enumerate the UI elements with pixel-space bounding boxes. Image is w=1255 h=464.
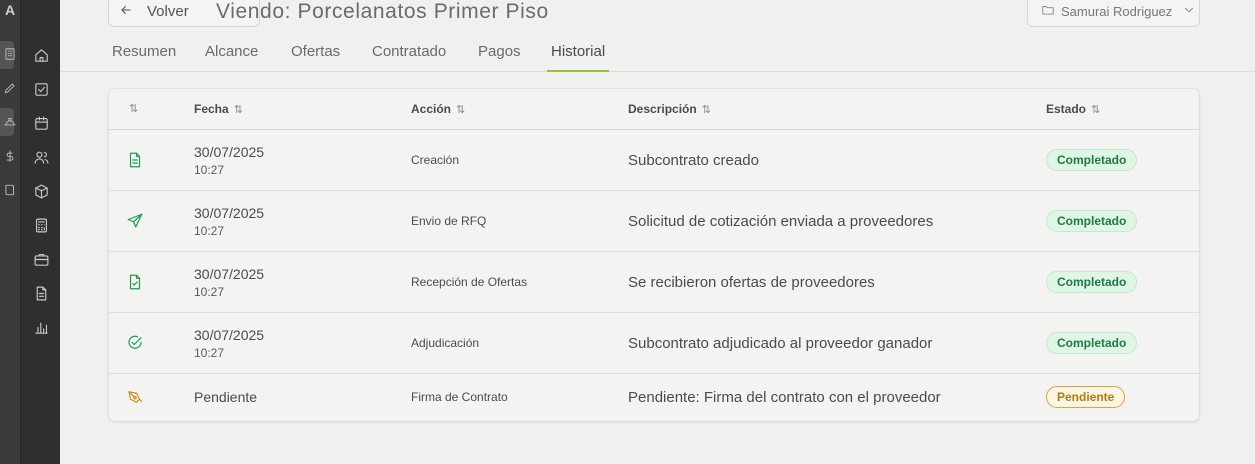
file-icon[interactable] [29, 281, 53, 305]
table-row[interactable]: 30/07/2025 10:27 Recepción de Ofertas Se… [109, 252, 1199, 313]
tab-contratado[interactable]: Contratado [372, 43, 446, 72]
bar-chart-icon[interactable] [29, 315, 53, 339]
back-label: Volver [147, 3, 189, 20]
tab-pagos[interactable]: Pagos [478, 43, 521, 72]
folder-icon [1041, 3, 1055, 20]
briefcase-icon[interactable] [29, 247, 53, 271]
check-circle-icon [125, 333, 145, 353]
row-time: 10:27 [194, 346, 225, 360]
row-date: 30/07/2025 [194, 327, 265, 343]
column-accion[interactable]: Acción ⇅ [411, 102, 465, 116]
building-rail-icon[interactable] [0, 47, 20, 64]
file-check-icon [125, 272, 145, 292]
owner-name: Samurai Rodriguez [1061, 4, 1173, 19]
dollar-rail-icon[interactable] [0, 149, 20, 166]
calendar-icon[interactable] [29, 111, 53, 135]
tab-bar: Resumen Alcance Ofertas Contratado Pagos… [60, 38, 1255, 72]
calculator-icon[interactable] [29, 213, 53, 237]
row-accion: Firma de Contrato [411, 390, 508, 404]
status-badge: Pendiente [1046, 386, 1126, 408]
row-descripcion: Solicitud de cotización enviada a provee… [628, 213, 934, 230]
row-descripcion: Subcontrato adjudicado al proveedor gana… [628, 335, 933, 352]
users-icon[interactable] [29, 145, 53, 169]
sort-icon-column[interactable]: ⇅ [129, 102, 138, 115]
table-row[interactable]: 30/07/2025 10:27 Envio de RFQ Solicitud … [109, 191, 1199, 252]
status-badge: Completado [1046, 332, 1138, 354]
hardhat-rail-icon[interactable] [0, 115, 20, 132]
tab-alcance[interactable]: Alcance [205, 43, 258, 72]
row-date: Pendiente [194, 389, 258, 405]
tab-ofertas[interactable]: Ofertas [291, 43, 340, 72]
arrow-left-icon [119, 3, 133, 21]
history-table: ⇅ Fecha ⇅ Acción ⇅ Descripción ⇅ Estado ⇅ 30… [109, 89, 1199, 421]
main-content: Volver Viendo: Porcelanatos Primer Piso … [60, 0, 1255, 464]
row-time: 10:27 [194, 224, 225, 238]
checkbox-icon[interactable] [29, 77, 53, 101]
icon-nav [20, 0, 60, 464]
row-descripcion: Subcontrato creado [628, 152, 759, 169]
send-icon [125, 211, 145, 231]
page-title: Viendo: Porcelanatos Primer Piso [216, 0, 549, 23]
row-date: 30/07/2025 [194, 266, 265, 282]
row-descripcion: Se recibieron ofertas de proveedores [628, 274, 875, 291]
row-time: 10:27 [194, 285, 225, 299]
status-badge: Completado [1046, 149, 1138, 171]
app-rail: A [0, 0, 20, 464]
column-descripcion[interactable]: Descripción ⇅ [628, 102, 711, 116]
book-rail-icon[interactable] [0, 183, 20, 200]
chevron-down-icon [1182, 3, 1196, 20]
row-accion: Envio de RFQ [411, 214, 487, 228]
table-header: ⇅ Fecha ⇅ Acción ⇅ Descripción ⇅ Estado ⇅ [109, 89, 1199, 130]
table-row[interactable]: 30/07/2025 10:27 Creación Subcontrato cr… [109, 130, 1199, 191]
pencil-rail-icon[interactable] [0, 81, 20, 98]
row-date: 30/07/2025 [194, 205, 265, 221]
column-fecha[interactable]: Fecha ⇅ [194, 102, 243, 116]
tab-resumen[interactable]: Resumen [112, 43, 176, 72]
table-row[interactable]: 30/07/2025 10:27 Adjudicación Subcontrat… [109, 313, 1199, 374]
row-date: 30/07/2025 [194, 144, 265, 160]
app-logo: A [4, 2, 16, 18]
row-descripcion: Pendiente: Firma del contrato con el pro… [628, 389, 941, 406]
row-accion: Adjudicación [411, 336, 480, 350]
status-badge: Completado [1046, 210, 1138, 232]
tab-historial[interactable]: Historial [547, 43, 610, 72]
box-icon[interactable] [29, 179, 53, 203]
status-badge: Completado [1046, 271, 1138, 293]
pen-icon [125, 387, 145, 407]
row-time: 10:27 [194, 163, 225, 177]
document-icon [125, 150, 145, 170]
row-accion: Recepción de Ofertas [411, 275, 528, 289]
table-row[interactable]: Pendiente Firma de Contrato Pendiente: F… [109, 374, 1199, 421]
owner-dropdown[interactable]: Samurai Rodriguez [1027, 0, 1200, 27]
home-icon[interactable] [29, 43, 53, 67]
column-estado[interactable]: Estado ⇅ [1046, 102, 1100, 116]
row-accion: Creación [411, 153, 460, 167]
